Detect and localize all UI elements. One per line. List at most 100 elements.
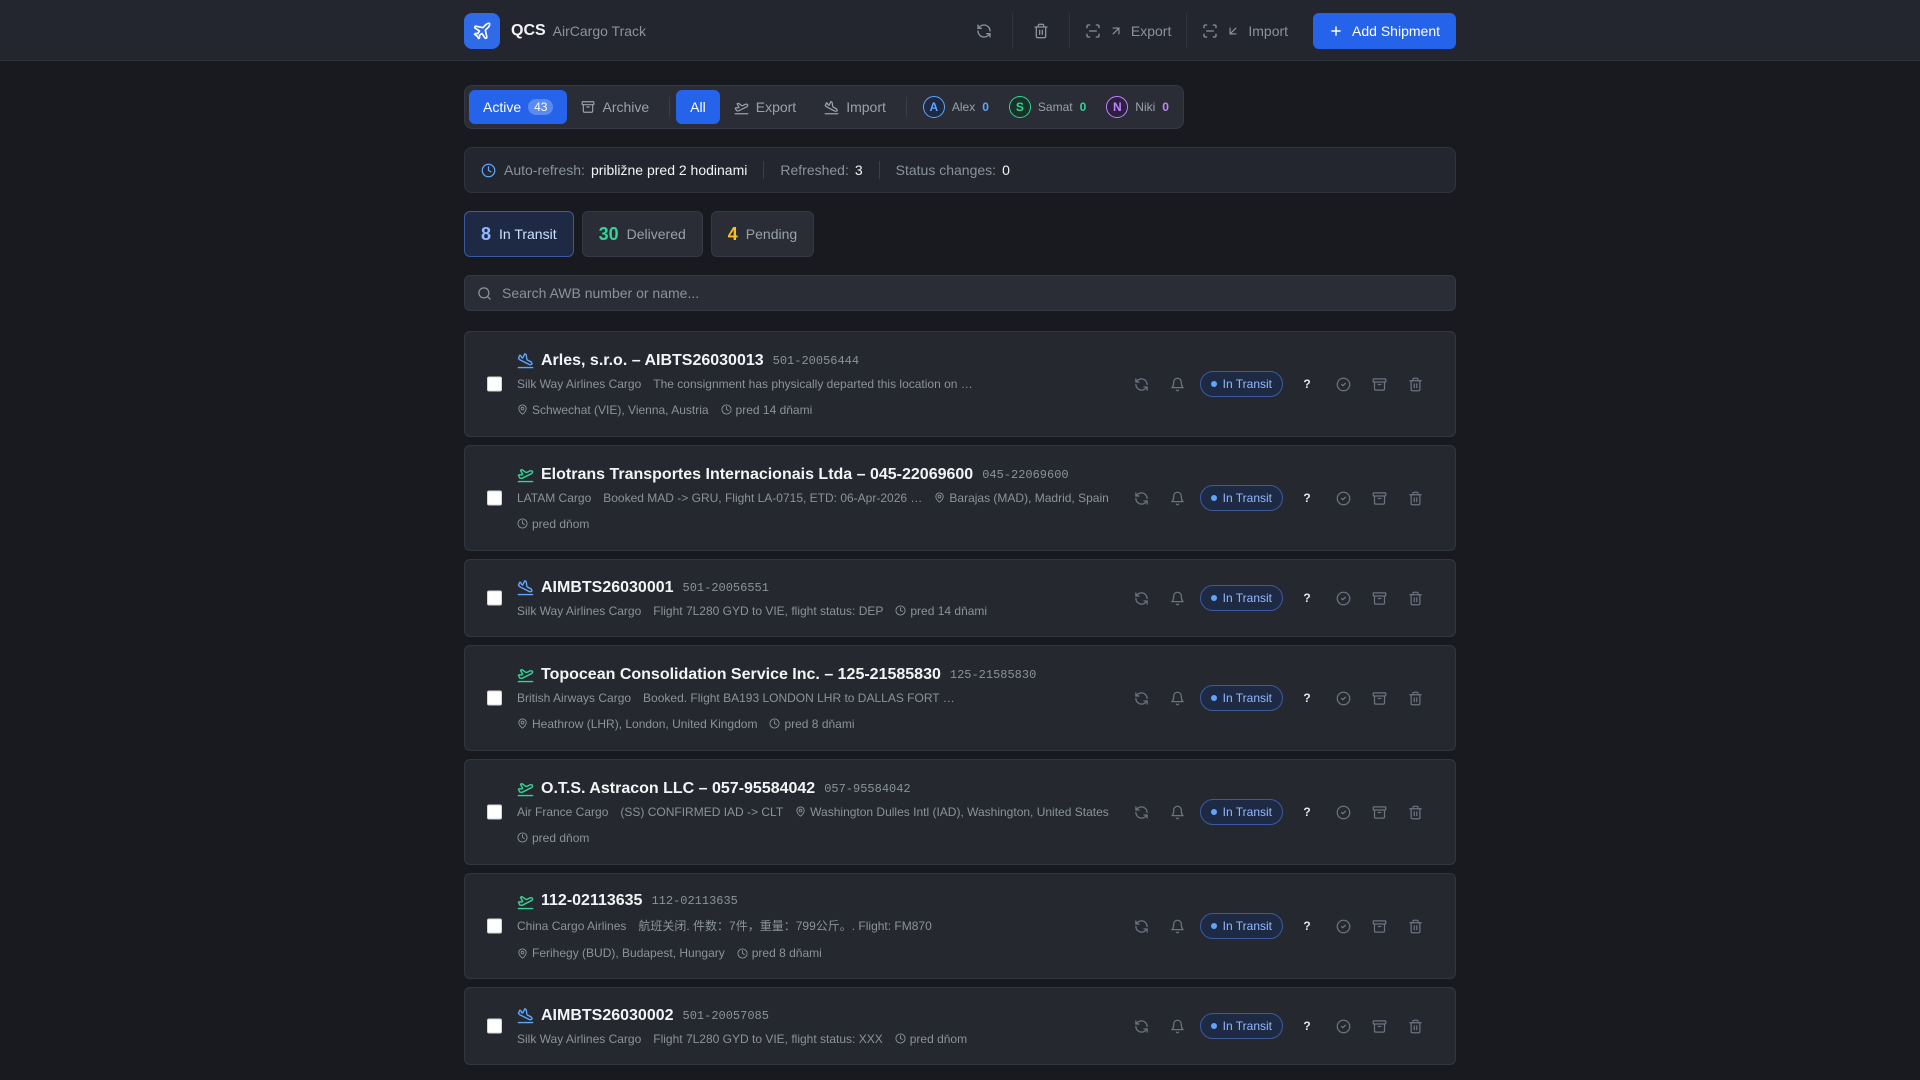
delete-button[interactable] [1397, 1019, 1433, 1034]
refresh-shipment-button[interactable] [1124, 805, 1160, 820]
shipment-title[interactable]: O.T.S. Astracon LLC – 057-95584042 [541, 780, 815, 798]
avatar: A [922, 96, 945, 118]
archive-button[interactable] [1361, 805, 1397, 820]
select-checkbox[interactable] [487, 690, 502, 706]
refresh-shipment-button[interactable] [1124, 491, 1160, 506]
shipment-card[interactable]: Arles, s.r.o. – AIBTS26030013 501-200564… [464, 331, 1456, 437]
mark-delivered-button[interactable] [1325, 591, 1361, 606]
archive-button[interactable] [1361, 691, 1397, 706]
shipment-card[interactable]: AIMBTS26030001 501-20056551 Silk Way Air… [464, 559, 1456, 637]
export-button[interactable]: Export [1070, 12, 1188, 49]
status-badge[interactable]: In Transit [1199, 371, 1283, 397]
help-button[interactable]: ? [1289, 591, 1325, 605]
plane-logo-icon [464, 12, 500, 49]
filter-export[interactable]: Export [720, 90, 810, 124]
user-filter-niki[interactable]: N Niki 0 [1096, 96, 1179, 118]
delete-button[interactable] [1397, 591, 1433, 606]
status-badge[interactable]: In Transit [1199, 485, 1283, 511]
help-button[interactable]: ? [1289, 491, 1325, 505]
tab-active[interactable]: Active 43 [469, 90, 568, 124]
add-shipment-label: Add Shipment [1352, 22, 1440, 39]
archive-button[interactable] [1361, 591, 1397, 606]
mark-delivered-button[interactable] [1325, 919, 1361, 934]
status-badge[interactable]: In Transit [1199, 685, 1283, 711]
shipment-title[interactable]: Arles, s.r.o. – AIBTS26030013 [541, 352, 764, 370]
awb-number: 112-02113635 [651, 894, 738, 908]
mark-delivered-button[interactable] [1325, 491, 1361, 506]
shipment-title[interactable]: AIMBTS26030001 [541, 579, 674, 597]
pending-count: 4 [727, 223, 738, 244]
help-button[interactable]: ? [1289, 377, 1325, 391]
delete-button[interactable] [1397, 919, 1433, 934]
status-filter-in-transit[interactable]: 8 In Transit [464, 211, 574, 257]
user-filter-samat[interactable]: S Samat 0 [999, 96, 1096, 118]
import-button[interactable]: Import [1187, 13, 1303, 49]
notify-button[interactable] [1160, 377, 1196, 392]
status-badge[interactable]: In Transit [1199, 585, 1283, 611]
user-count: 0 [1079, 100, 1087, 114]
shipment-card[interactable]: AIMBTS26030002 501-20057085 Silk Way Air… [464, 987, 1456, 1065]
mark-delivered-button[interactable] [1325, 691, 1361, 706]
delete-button[interactable] [1397, 691, 1433, 706]
help-button[interactable]: ? [1289, 1019, 1325, 1033]
select-checkbox[interactable] [487, 804, 502, 820]
select-checkbox[interactable] [487, 918, 502, 934]
mark-delivered-button[interactable] [1325, 1019, 1361, 1034]
shipment-title[interactable]: AIMBTS26030002 [541, 1007, 674, 1025]
tab-archive[interactable]: Archive [567, 90, 663, 124]
refresh-all-button[interactable] [956, 12, 1013, 49]
help-button[interactable]: ? [1289, 691, 1325, 705]
select-checkbox[interactable] [487, 490, 502, 506]
notify-button[interactable] [1160, 919, 1196, 934]
notify-button[interactable] [1160, 591, 1196, 606]
filter-all[interactable]: All [676, 90, 720, 124]
trash-icon [1408, 491, 1423, 506]
search-input[interactable] [502, 285, 1443, 301]
refresh-shipment-button[interactable] [1124, 691, 1160, 706]
archive-button[interactable] [1361, 491, 1397, 506]
notify-button[interactable] [1160, 805, 1196, 820]
status-badge[interactable]: In Transit [1199, 913, 1283, 939]
user-filter-alex[interactable]: A Alex 0 [913, 96, 999, 118]
archive-icon [1372, 919, 1387, 934]
shipment-title[interactable]: Elotrans Transportes Internacionais Ltda… [541, 466, 973, 484]
shipment-card[interactable]: O.T.S. Astracon LLC – 057-95584042 057-9… [464, 759, 1456, 865]
mark-delivered-button[interactable] [1325, 805, 1361, 820]
refresh-shipment-button[interactable] [1124, 591, 1160, 606]
archive-button[interactable] [1361, 919, 1397, 934]
status-badge[interactable]: In Transit [1199, 799, 1283, 825]
notify-button[interactable] [1160, 491, 1196, 506]
status-filter-delivered[interactable]: 30 Delivered [581, 211, 703, 257]
refresh-shipment-button[interactable] [1124, 919, 1160, 934]
archive-button[interactable] [1361, 1019, 1397, 1034]
select-checkbox[interactable] [487, 1018, 502, 1034]
shipment-card[interactable]: 112-02113635 112-02113635 China Cargo Ai… [464, 873, 1456, 979]
location-text: Schwechat (VIE), Vienna, Austria [532, 402, 709, 417]
notify-button[interactable] [1160, 1019, 1196, 1034]
help-button[interactable]: ? [1289, 919, 1325, 933]
delete-button[interactable] [1397, 377, 1433, 392]
help-button[interactable]: ? [1289, 805, 1325, 819]
refresh-shipment-button[interactable] [1124, 1019, 1160, 1034]
delete-all-button[interactable] [1013, 12, 1070, 49]
trash-icon [1033, 23, 1049, 39]
shipment-card[interactable]: Topocean Consolidation Service Inc. – 12… [464, 645, 1456, 751]
shipment-title[interactable]: Topocean Consolidation Service Inc. – 12… [541, 666, 941, 684]
refresh-shipment-button[interactable] [1124, 377, 1160, 392]
filter-import[interactable]: Import [810, 90, 900, 124]
delete-button[interactable] [1397, 805, 1433, 820]
export-label: Export [1130, 22, 1172, 39]
status-badge[interactable]: In Transit [1199, 1013, 1283, 1039]
shipment-title[interactable]: 112-02113635 [541, 892, 642, 910]
status-filter-pending[interactable]: 4 Pending [710, 211, 815, 257]
shipment-meta: pred dňom [517, 517, 1455, 531]
shipment-card[interactable]: Elotrans Transportes Internacionais Ltda… [464, 445, 1456, 551]
delete-button[interactable] [1397, 491, 1433, 506]
awb-number: 501-20057085 [682, 1008, 769, 1023]
archive-button[interactable] [1361, 377, 1397, 392]
select-checkbox[interactable] [487, 590, 502, 606]
mark-delivered-button[interactable] [1325, 377, 1361, 392]
notify-button[interactable] [1160, 691, 1196, 706]
add-shipment-button[interactable]: Add Shipment [1313, 12, 1456, 49]
select-checkbox[interactable] [487, 376, 502, 392]
